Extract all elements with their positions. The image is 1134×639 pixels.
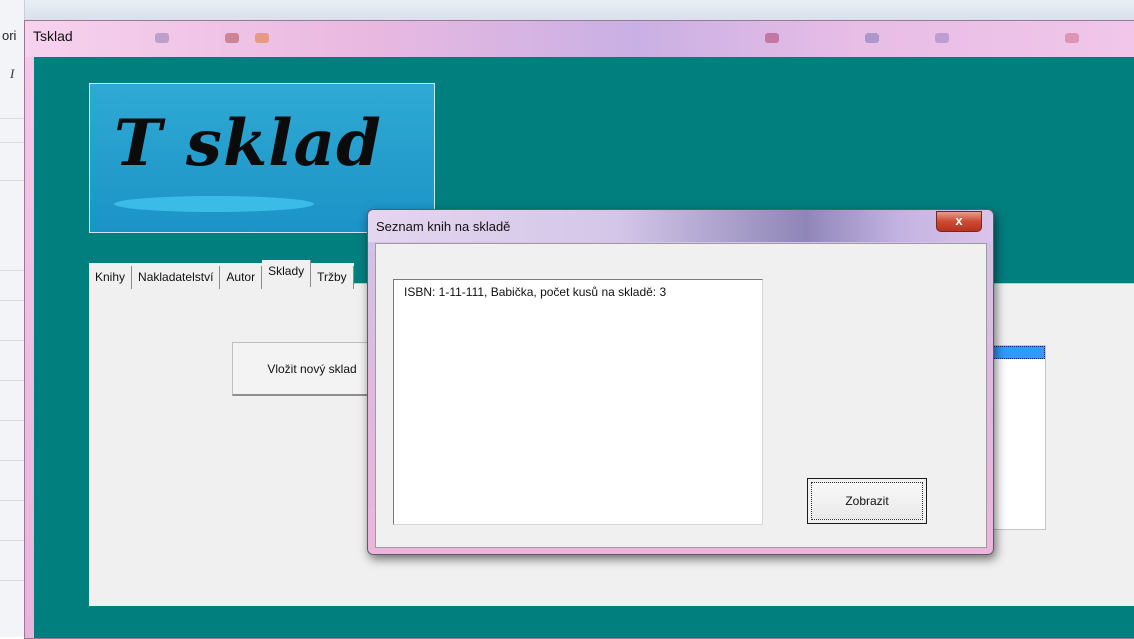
books-in-warehouse-dialog: Seznam knih na skladě x ISBN: 1-11-111, … bbox=[367, 209, 994, 555]
toolbar-ghost-icon bbox=[225, 33, 239, 43]
toolbar-ghost-icon bbox=[155, 33, 169, 43]
window-title: Tsklad bbox=[33, 28, 73, 44]
dialog-title: Seznam knih na skladě bbox=[376, 219, 511, 234]
tab-strip: Knihy Nakladatelství Autor Sklady Tržby bbox=[89, 260, 354, 289]
books-listbox[interactable]: ISBN: 1-11-111, Babička, počet kusů na s… bbox=[393, 279, 763, 525]
tab-autor[interactable]: Autor bbox=[220, 266, 263, 289]
tab-trzby[interactable]: Tržby bbox=[311, 266, 354, 289]
selected-list-row[interactable] bbox=[988, 346, 1045, 359]
list-item[interactable]: ISBN: 1-11-111, Babička, počet kusů na s… bbox=[404, 285, 666, 299]
background-app-sidebar: ori I bbox=[0, 0, 25, 637]
close-button[interactable]: x bbox=[936, 211, 982, 232]
tab-nakladatelstvi[interactable]: Nakladatelství bbox=[132, 266, 221, 289]
show-button[interactable]: Zobrazit bbox=[807, 478, 927, 524]
warehouse-listbox[interactable] bbox=[987, 345, 1046, 530]
toolbar-ghost-icon bbox=[935, 33, 949, 43]
main-titlebar[interactable]: Tsklad bbox=[25, 21, 1134, 57]
close-icon: x bbox=[955, 213, 963, 228]
toolbar-ghost-icon bbox=[255, 33, 269, 43]
dialog-client-area: ISBN: 1-11-111, Babička, počet kusů na s… bbox=[375, 243, 987, 548]
toolbar-ghost-icon bbox=[865, 33, 879, 43]
tab-sklady[interactable]: Sklady bbox=[262, 260, 312, 287]
toolbar-ghost-icon bbox=[765, 33, 779, 43]
insert-warehouse-button[interactable]: Vložit nový sklad bbox=[232, 342, 372, 396]
logo-swoosh bbox=[114, 196, 314, 212]
logo-text: T sklad bbox=[114, 106, 382, 181]
tab-knihy[interactable]: Knihy bbox=[89, 266, 133, 289]
show-button-label: Zobrazit bbox=[811, 482, 923, 520]
dialog-titlebar[interactable]: Seznam knih na skladě x bbox=[368, 210, 993, 242]
italic-format-icon: I bbox=[10, 66, 15, 81]
toolbar-ghost-icon bbox=[1065, 33, 1079, 43]
background-app-label: ori bbox=[2, 28, 17, 43]
